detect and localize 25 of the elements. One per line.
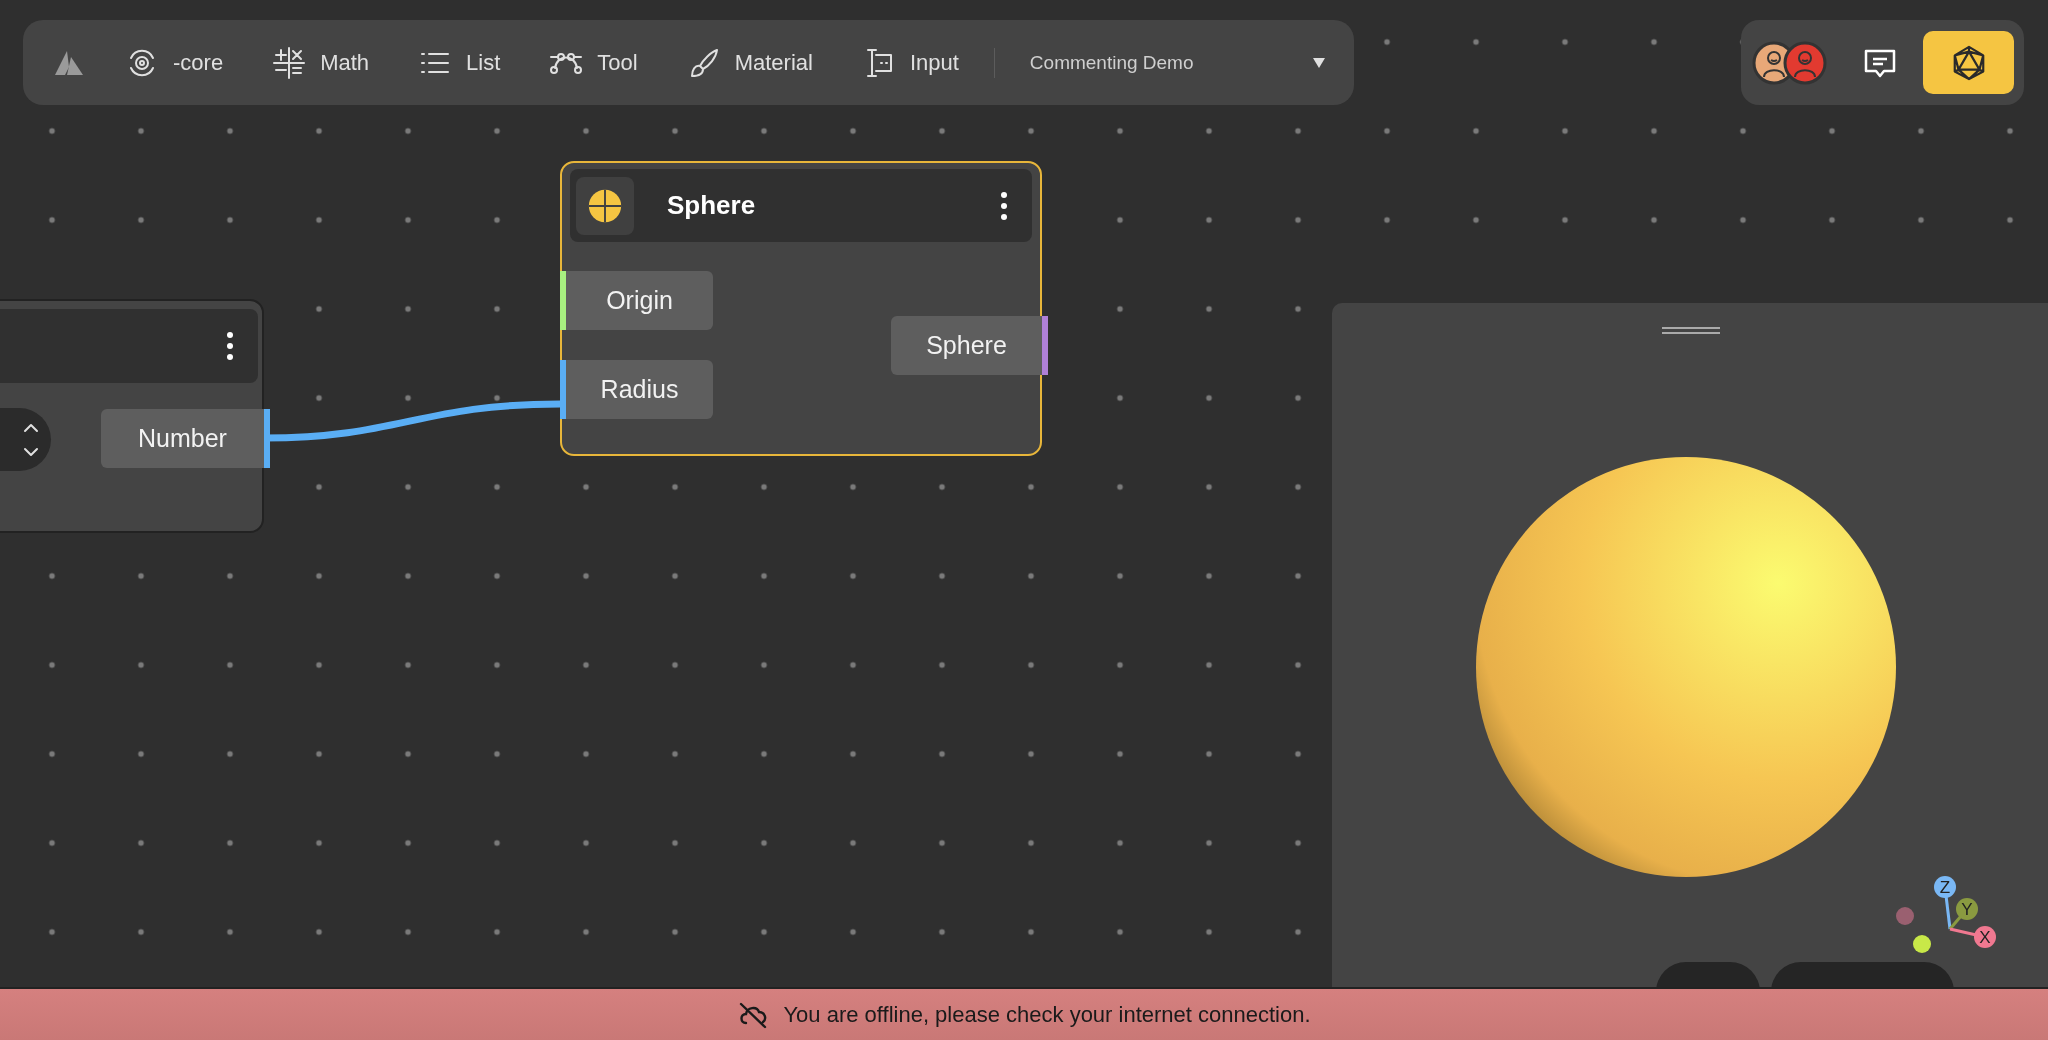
input-port[interactable]: Radius	[560, 360, 713, 419]
drag-handle[interactable]	[1662, 327, 1720, 334]
more-icon[interactable]	[1000, 190, 1008, 221]
caret-icon	[1312, 56, 1326, 69]
render-button[interactable]	[1923, 31, 2014, 94]
more-icon[interactable]	[226, 331, 234, 361]
toolbar-button[interactable]: Material	[686, 45, 813, 80]
output-port[interactable]: Number	[101, 409, 270, 468]
toolbar-button[interactable]: -core	[125, 45, 224, 80]
axis-dot[interactable]	[1913, 935, 1931, 953]
node-title: Sphere	[667, 190, 756, 221]
project-dropdown[interactable]: Commenting Demo	[1029, 51, 1326, 74]
toolbar-button[interactable]: Input	[861, 45, 959, 80]
chevron-up-icon[interactable]	[23, 422, 39, 433]
chevron-down-icon[interactable]	[23, 446, 39, 457]
offline-message: You are offline, please check your internet connection.	[783, 1001, 1311, 1028]
axis-dot[interactable]	[1896, 907, 1914, 925]
input-port[interactable]: Origin	[560, 271, 713, 330]
toolbar-button[interactable]: List	[418, 45, 501, 80]
math-operators-icon	[272, 45, 307, 80]
toolbar-button[interactable]: Math	[272, 45, 370, 80]
output-port[interactable]: Sphere	[891, 316, 1048, 375]
axis-handle[interactable]: Z	[1934, 876, 1956, 930]
axis-handle[interactable]: X	[1949, 926, 1996, 948]
toolbar-button[interactable]: Tool	[549, 45, 638, 80]
